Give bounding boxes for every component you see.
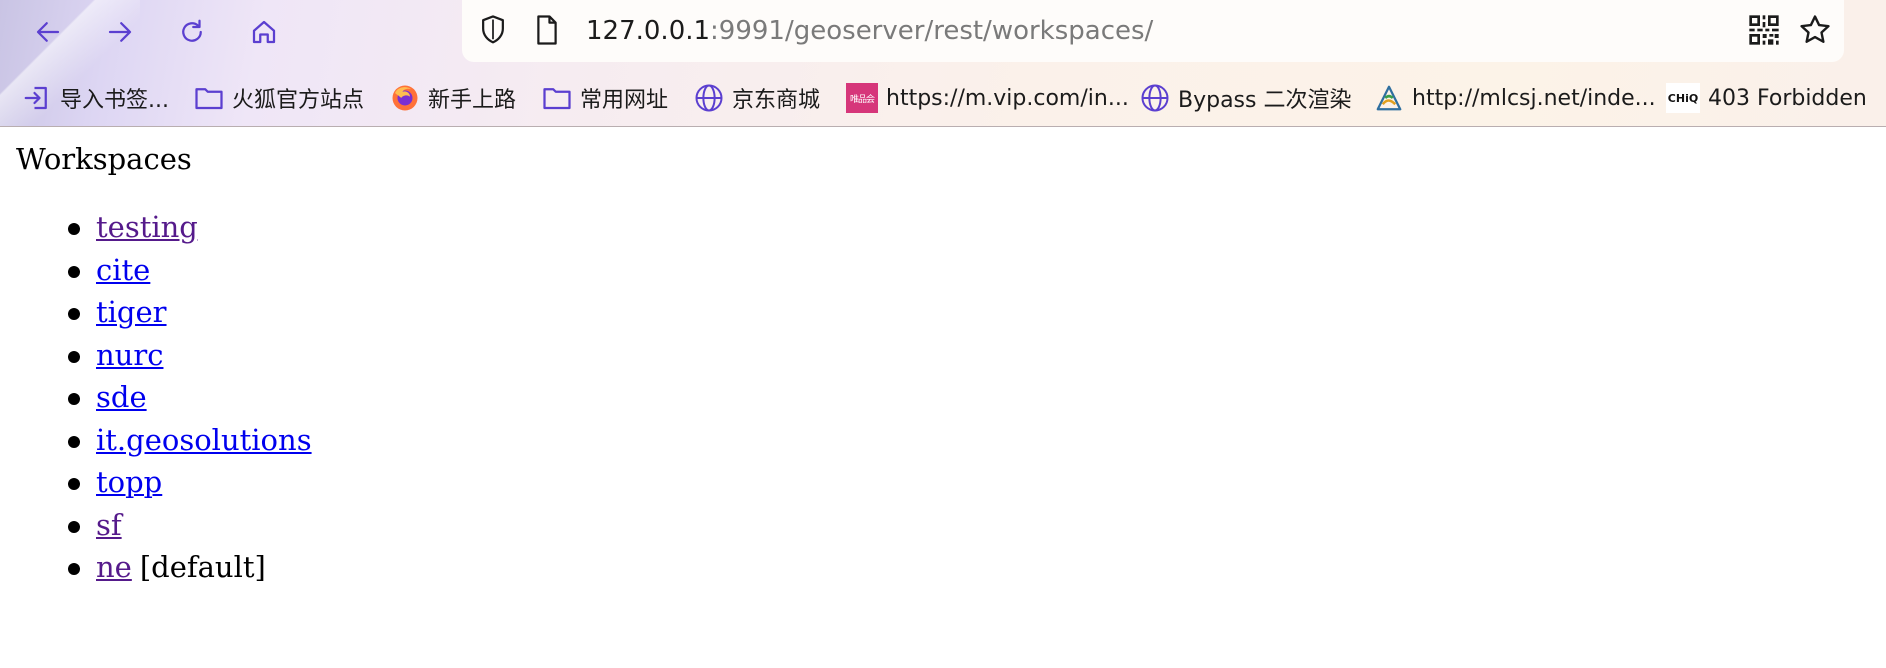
shield-icon[interactable]	[478, 14, 508, 46]
bookmark-403-forbidden[interactable]: CHiQ 403 Forbidden	[1666, 78, 1867, 118]
list-item: cite	[16, 251, 416, 294]
bookmark-label: 导入书签...	[60, 88, 169, 113]
list-item: testing	[16, 208, 416, 251]
bullet	[68, 478, 80, 490]
forward-button[interactable]	[100, 12, 140, 52]
bookmarks-toolbar: 导入书签... 火狐官方站点 新手上路 常用网址 京东商城 唯品会 https:…	[0, 78, 1886, 118]
workspace-link-ne[interactable]: ne	[96, 550, 132, 584]
workspace-link-sde[interactable]: sde	[96, 380, 147, 414]
bullet	[68, 393, 80, 405]
bookmark-jd[interactable]: 京东商城	[694, 78, 820, 118]
url-host: 127.0.0.1	[586, 16, 711, 46]
qr-code-icon[interactable]	[1748, 14, 1780, 46]
workspace-link-nurc[interactable]: nurc	[96, 338, 163, 372]
page-content: Workspaces testing cite tiger nurc sde i…	[16, 140, 312, 584]
list-item: it.geosolutions	[16, 421, 416, 464]
workspace-link-tiger[interactable]: tiger	[96, 295, 167, 329]
import-icon	[22, 83, 52, 113]
browser-chrome: 127.0.0.1:9991/geoserver/rest/workspaces…	[0, 0, 1886, 127]
bookmark-getting-started[interactable]: 新手上路	[390, 78, 516, 118]
workspace-list: testing cite tiger nurc sde it.geosoluti…	[16, 208, 416, 591]
back-button[interactable]	[28, 12, 68, 52]
url-path: :9991/geoserver/rest/workspaces/	[710, 16, 1154, 46]
workspace-link-cite[interactable]: cite	[96, 253, 150, 287]
bookmark-folder-firefox-official[interactable]: 火狐官方站点	[194, 78, 364, 118]
bookmark-label: 403 Forbidden	[1708, 85, 1867, 111]
address-bar[interactable]: 127.0.0.1:9991/geoserver/rest/workspaces…	[462, 0, 1844, 62]
firefox-icon	[390, 83, 420, 113]
globe-icon	[694, 83, 724, 113]
globe-icon	[1140, 83, 1170, 113]
page-title: Workspaces	[16, 142, 192, 176]
chiq-favicon: CHiQ	[1666, 83, 1700, 113]
workspace-link-sf[interactable]: sf	[96, 508, 122, 542]
list-item: sde	[16, 378, 416, 421]
reload-button[interactable]	[172, 12, 212, 52]
page-info-icon[interactable]	[534, 14, 560, 46]
list-item: topp	[16, 463, 416, 506]
bullet	[68, 265, 80, 278]
bullet	[68, 563, 80, 575]
bookmark-label: 京东商城	[732, 88, 821, 113]
bullet	[68, 223, 80, 235]
bookmark-bypass[interactable]: Bypass 二次渲染	[1140, 78, 1351, 118]
workspace-link-topp[interactable]: topp	[96, 465, 162, 499]
bookmark-folder-common-sites[interactable]: 常用网址	[542, 78, 668, 118]
bookmark-label: 新手上路	[428, 88, 517, 113]
list-item: sf	[16, 506, 416, 549]
bookmark-label: 火狐官方站点	[232, 88, 365, 113]
arrow-left-icon	[36, 22, 60, 42]
bullet	[68, 350, 80, 363]
bullet	[68, 520, 80, 533]
reload-icon	[182, 19, 202, 42]
home-button[interactable]	[244, 12, 284, 52]
list-item: ne [default]	[16, 548, 416, 591]
mlcsj-favicon	[1374, 83, 1404, 113]
bookmark-label: 常用网址	[580, 88, 669, 113]
folder-icon	[194, 83, 224, 113]
bookmark-label: Bypass 二次渲染	[1178, 88, 1352, 113]
bookmark-label: http://mlcsj.net/inde...	[1412, 85, 1656, 111]
home-icon	[252, 20, 276, 44]
workspace-link-testing[interactable]: testing	[96, 210, 198, 244]
arrow-right-icon	[108, 22, 132, 42]
workspace-link-it-geosolutions[interactable]: it.geosolutions	[96, 423, 312, 457]
url-text[interactable]: 127.0.0.1:9991/geoserver/rest/workspaces…	[586, 14, 1153, 48]
default-label: [default]	[139, 550, 266, 584]
bookmark-mlcsj[interactable]: http://mlcsj.net/inde...	[1374, 78, 1656, 118]
bookmark-vip[interactable]: 唯品会 https://m.vip.com/in...	[846, 78, 1129, 118]
bookmark-star-icon[interactable]	[1798, 13, 1832, 47]
bullet	[68, 308, 80, 320]
list-item: nurc	[16, 336, 416, 379]
vip-favicon: 唯品会	[846, 83, 878, 113]
folder-icon	[542, 83, 572, 113]
bullet	[68, 435, 80, 448]
list-item: tiger	[16, 293, 416, 336]
bookmark-label: https://m.vip.com/in...	[886, 85, 1129, 111]
bookmark-import[interactable]: 导入书签...	[22, 78, 169, 118]
